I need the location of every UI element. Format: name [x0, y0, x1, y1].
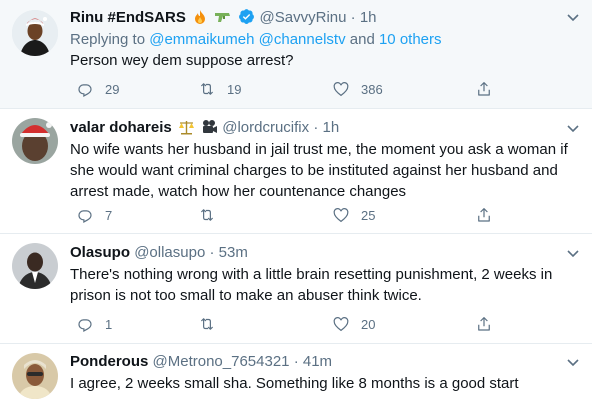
tweet-actions: 1 20 — [70, 314, 500, 334]
reply-button[interactable]: 7 — [76, 205, 112, 225]
display-name[interactable]: valar dohareis — [70, 119, 172, 136]
avatar[interactable] — [12, 243, 58, 289]
timestamp[interactable]: 1h — [360, 9, 377, 26]
tweet-header: valar dohareis @lordcrucifix · 1h — [70, 118, 552, 141]
verified-icon — [238, 8, 255, 31]
chevron-down-icon[interactable] — [566, 121, 580, 135]
handle[interactable]: @ollasupo — [134, 244, 205, 261]
tweet-text: There's nothing wrong with a little brai… — [70, 266, 553, 304]
tweet-text: I agree, 2 weeks small sha. Something li… — [70, 375, 519, 392]
water-pistol-emoji — [214, 9, 232, 31]
reply-button[interactable]: 1 — [76, 314, 112, 334]
reply-icon — [78, 84, 92, 97]
replies-feed: Rinu #EndSARS @SavvyRinu · 1h Replying t… — [0, 0, 592, 403]
separator-dot: · — [350, 9, 356, 26]
scales-emoji — [178, 119, 195, 141]
heart-icon — [333, 208, 349, 223]
handle[interactable]: @Metrono_7654321 — [153, 353, 290, 370]
replying-and: and — [349, 31, 375, 48]
retweet-icon — [200, 83, 214, 95]
like-count: 25 — [361, 207, 376, 223]
retweet-button[interactable] — [198, 205, 227, 225]
share-button[interactable] — [475, 205, 493, 225]
movie-camera-emoji — [201, 119, 218, 141]
display-name[interactable]: Olasupo — [70, 244, 130, 261]
tweet-header: Rinu #EndSARS @SavvyRinu · 1h — [70, 8, 552, 31]
like-button[interactable]: 20 — [332, 314, 375, 334]
avatar[interactable] — [12, 10, 58, 56]
share-button[interactable] — [475, 314, 493, 334]
tweet-header: Olasupo @ollasupo · 53m — [70, 243, 552, 263]
separator-dot: · — [209, 244, 215, 261]
replying-to: Replying to @emmaikumeh @channelstv and … — [70, 30, 442, 50]
replying-handles[interactable]: @emmaikumeh @channelstv — [149, 31, 345, 48]
handle[interactable]: @lordcrucifix — [222, 119, 309, 136]
separator-dot: · — [313, 119, 319, 136]
like-button[interactable]: 25 — [332, 205, 375, 225]
like-button[interactable]: 386 — [332, 79, 383, 99]
share-icon — [478, 317, 490, 331]
tweet-actions: 7 25 — [70, 205, 500, 225]
replying-label: Replying to — [70, 31, 146, 48]
chevron-down-icon[interactable] — [566, 355, 580, 369]
tweet-text: No wife wants her husband in jail trust … — [70, 141, 568, 200]
reply-count: 7 — [105, 207, 113, 223]
retweet-icon — [200, 318, 214, 330]
reply-icon — [78, 210, 92, 223]
share-button[interactable] — [475, 79, 493, 99]
retweet-button[interactable] — [198, 314, 227, 334]
display-name[interactable]: Rinu #EndSARS — [70, 9, 186, 26]
tweet[interactable]: valar dohareis @lordcrucifix · 1h No wif… — [0, 109, 592, 234]
tweet-text: Person wey dem suppose arrest? — [70, 52, 294, 69]
retweet-count: 19 — [227, 81, 242, 97]
reply-button[interactable]: 29 — [76, 79, 119, 99]
reply-count: 1 — [105, 316, 113, 332]
tweet[interactable]: Ponderous @Metrono_7654321 · 41m I agree… — [0, 344, 592, 403]
fire-emoji — [192, 9, 208, 31]
tweet[interactable]: Rinu #EndSARS @SavvyRinu · 1h Replying t… — [0, 0, 592, 109]
reply-icon — [78, 319, 92, 332]
heart-icon — [333, 82, 349, 97]
like-count: 20 — [361, 316, 376, 332]
replying-others-link[interactable]: 10 others — [379, 31, 442, 48]
reply-count: 29 — [105, 81, 120, 97]
heart-icon — [333, 317, 349, 332]
share-icon — [478, 82, 490, 96]
share-icon — [478, 208, 490, 222]
separator-dot: · — [293, 353, 299, 370]
avatar[interactable] — [12, 118, 58, 164]
display-name[interactable]: Ponderous — [70, 353, 148, 370]
like-count: 386 — [361, 81, 383, 97]
handle[interactable]: @SavvyRinu — [260, 9, 347, 26]
chevron-down-icon[interactable] — [566, 246, 580, 260]
chevron-down-icon[interactable] — [566, 10, 580, 24]
timestamp[interactable]: 53m — [219, 244, 248, 261]
timestamp[interactable]: 41m — [303, 353, 332, 370]
retweet-icon — [200, 209, 214, 221]
tweet[interactable]: Olasupo @ollasupo · 53m There's nothing … — [0, 234, 592, 344]
avatar[interactable] — [12, 353, 58, 399]
tweet-actions: 29 19 386 — [70, 79, 500, 99]
tweet-header: Ponderous @Metrono_7654321 · 41m — [70, 352, 552, 372]
timestamp[interactable]: 1h — [323, 119, 340, 136]
retweet-button[interactable]: 19 — [198, 79, 241, 99]
